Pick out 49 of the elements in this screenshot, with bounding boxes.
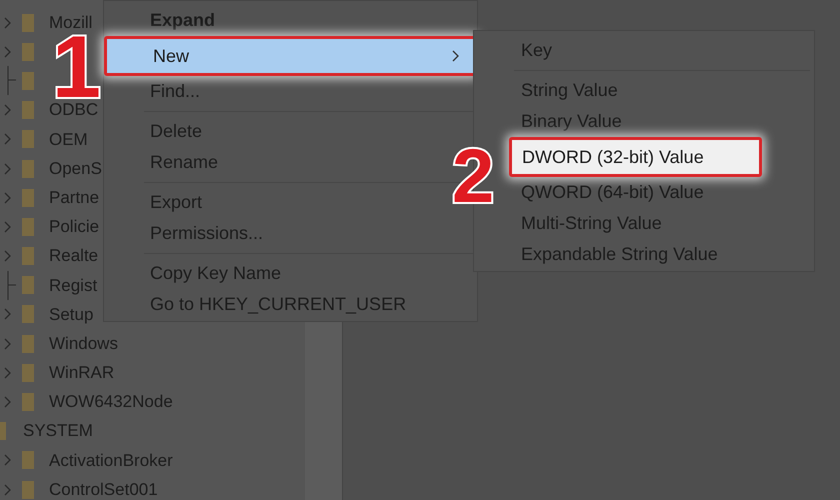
- chevron-icon[interactable]: [4, 162, 12, 175]
- folder-icon: [22, 160, 34, 178]
- step-number: 2: [452, 140, 494, 214]
- tree-item[interactable]: ControlSet001: [49, 476, 158, 500]
- tree-item[interactable]: WinRAR: [49, 360, 114, 386]
- chevron-icon[interactable]: [4, 396, 12, 408]
- tree-item[interactable]: SYSTEM: [23, 418, 93, 444]
- folder-icon: [22, 218, 34, 236]
- tree-item[interactable]: WOW6432Node: [49, 389, 173, 415]
- folder-icon: [22, 14, 34, 32]
- chevron-icon[interactable]: [4, 484, 12, 496]
- folder-icon: [22, 276, 34, 294]
- tree-item[interactable]: Realte: [49, 243, 98, 269]
- tree-item[interactable]: Mozill: [49, 10, 92, 36]
- tree-item[interactable]: OpenS: [49, 156, 102, 182]
- chevron-icon[interactable]: [4, 366, 12, 379]
- chevron-icon[interactable]: [4, 250, 12, 262]
- folder-icon: [22, 480, 34, 499]
- folder-icon: [22, 101, 34, 120]
- folder-icon: [22, 72, 34, 90]
- folder-icon: [22, 130, 34, 148]
- folder-icon: [22, 42, 34, 61]
- chevron-icon[interactable]: [4, 46, 12, 58]
- menu-item[interactable]: Find...: [104, 76, 437, 107]
- tree-item[interactable]: OEM: [49, 126, 88, 152]
- step-number: 1: [52, 34, 101, 100]
- tree-item[interactable]: ODBC: [49, 97, 98, 123]
- folder-icon: [22, 247, 34, 266]
- folder-icon: [22, 393, 34, 412]
- tree-item[interactable]: Setup: [49, 302, 94, 328]
- menu-item[interactable]: DWORD (32-bit) Value: [509, 137, 762, 177]
- folder-icon: [22, 451, 34, 470]
- chevron-icon[interactable]: [4, 192, 12, 204]
- chevron-icon[interactable]: [4, 220, 12, 233]
- folder-icon: [22, 188, 34, 207]
- folder-icon: [22, 305, 34, 324]
- chevron-icon[interactable]: [4, 308, 12, 320]
- chevron-icon[interactable]: [4, 16, 12, 29]
- tree-item[interactable]: Windows: [49, 330, 118, 356]
- chevron-icon[interactable]: [4, 104, 12, 116]
- chevron-icon[interactable]: [4, 338, 12, 350]
- folder-icon: [22, 334, 34, 353]
- tree-item[interactable]: Regist: [49, 272, 98, 298]
- tree-item[interactable]: Policie: [49, 214, 100, 240]
- tree-item[interactable]: Partne: [49, 184, 100, 210]
- chevron-icon[interactable]: [4, 133, 12, 146]
- tree-item[interactable]: ActivationBroker: [49, 448, 173, 474]
- folder-icon: [22, 364, 34, 382]
- chevron-icon[interactable]: [4, 454, 12, 466]
